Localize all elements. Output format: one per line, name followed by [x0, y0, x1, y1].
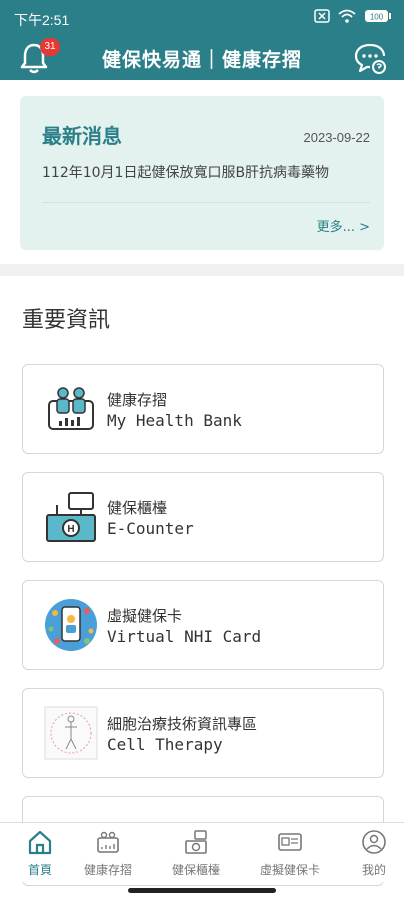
tab-label: 我的 — [361, 863, 386, 877]
card-icon — [278, 833, 302, 851]
virtual-card-icon — [45, 599, 97, 651]
tab-health-bank[interactable]: 健康存摺 — [68, 823, 148, 883]
news-heading: 最新消息 — [42, 124, 122, 148]
home-indicator[interactable] — [128, 888, 276, 893]
cell-therapy-icon — [44, 706, 98, 760]
tab-profile[interactable]: 我的 — [334, 823, 404, 883]
tab-label: 健保櫃檯 — [171, 863, 220, 877]
battery-level: 100 — [370, 13, 384, 22]
card-health-bank[interactable]: 健康存摺 My Health Bank — [22, 364, 384, 454]
card-title-zh: 健康存摺 — [107, 391, 168, 409]
battery-icon: 100 — [365, 10, 391, 22]
tab-label: 健康存摺 — [83, 863, 132, 877]
card-title-zh: 健保櫃檯 — [107, 499, 168, 517]
news-card[interactable]: 最新消息 2023-09-22 112年10月1日起健保放寬口服B肝抗病毒藥物 … — [20, 96, 384, 250]
card-title-en: E-Counter — [107, 519, 194, 538]
chat-support-icon[interactable] — [352, 40, 388, 76]
sim-icon — [314, 9, 330, 23]
tab-virtual-card[interactable]: 虛擬健保卡 — [250, 823, 330, 883]
bottom-tab-bar: 首頁 健康存摺 健保櫃檯 虛擬健保卡 我的 — [0, 822, 404, 882]
tab-e-counter[interactable]: 健保櫃檯 — [156, 823, 236, 883]
news-divider — [42, 202, 370, 203]
card-title-en: Cell Therapy — [107, 735, 223, 754]
page-title: 健保快易通｜健康存摺 — [101, 49, 302, 71]
e-counter-icon: H — [46, 492, 96, 542]
section-title: 重要資訊 — [22, 308, 111, 333]
card-title-zh: 細胞治療技術資訊專區 — [107, 715, 258, 733]
news-more-link[interactable]: 更多... > — [317, 216, 370, 235]
e-counter-icon — [185, 830, 207, 854]
status-time: 下午2:51 — [14, 12, 70, 28]
card-e-counter[interactable]: H 健保櫃檯 E-Counter — [22, 472, 384, 562]
card-virtual-nhi[interactable]: 虛擬健保卡 Virtual NHI Card — [22, 580, 384, 670]
health-bank-icon — [48, 387, 94, 430]
status-icons: 100 — [314, 9, 392, 23]
app-header: 31 健保快易通｜健康存摺 — [0, 36, 404, 80]
card-title-en: Virtual NHI Card — [107, 627, 262, 646]
status-bar: 下午2:51 100 — [0, 0, 404, 36]
home-icon — [28, 830, 52, 855]
svg-text:H: H — [67, 524, 74, 535]
tab-label: 虛擬健保卡 — [259, 863, 320, 877]
card-title-en: My Health Bank — [107, 411, 242, 430]
user-icon — [362, 830, 386, 854]
wifi-icon — [338, 9, 356, 23]
section-divider — [0, 264, 404, 276]
news-item[interactable]: 112年10月1日起健保放寬口服B肝抗病毒藥物 — [42, 162, 329, 182]
card-title-zh: 虛擬健保卡 — [107, 607, 183, 625]
health-bank-icon — [97, 831, 119, 853]
card-cell-therapy[interactable]: 細胞治療技術資訊專區 Cell Therapy — [22, 688, 384, 778]
news-date: 2023-09-22 — [303, 130, 371, 145]
